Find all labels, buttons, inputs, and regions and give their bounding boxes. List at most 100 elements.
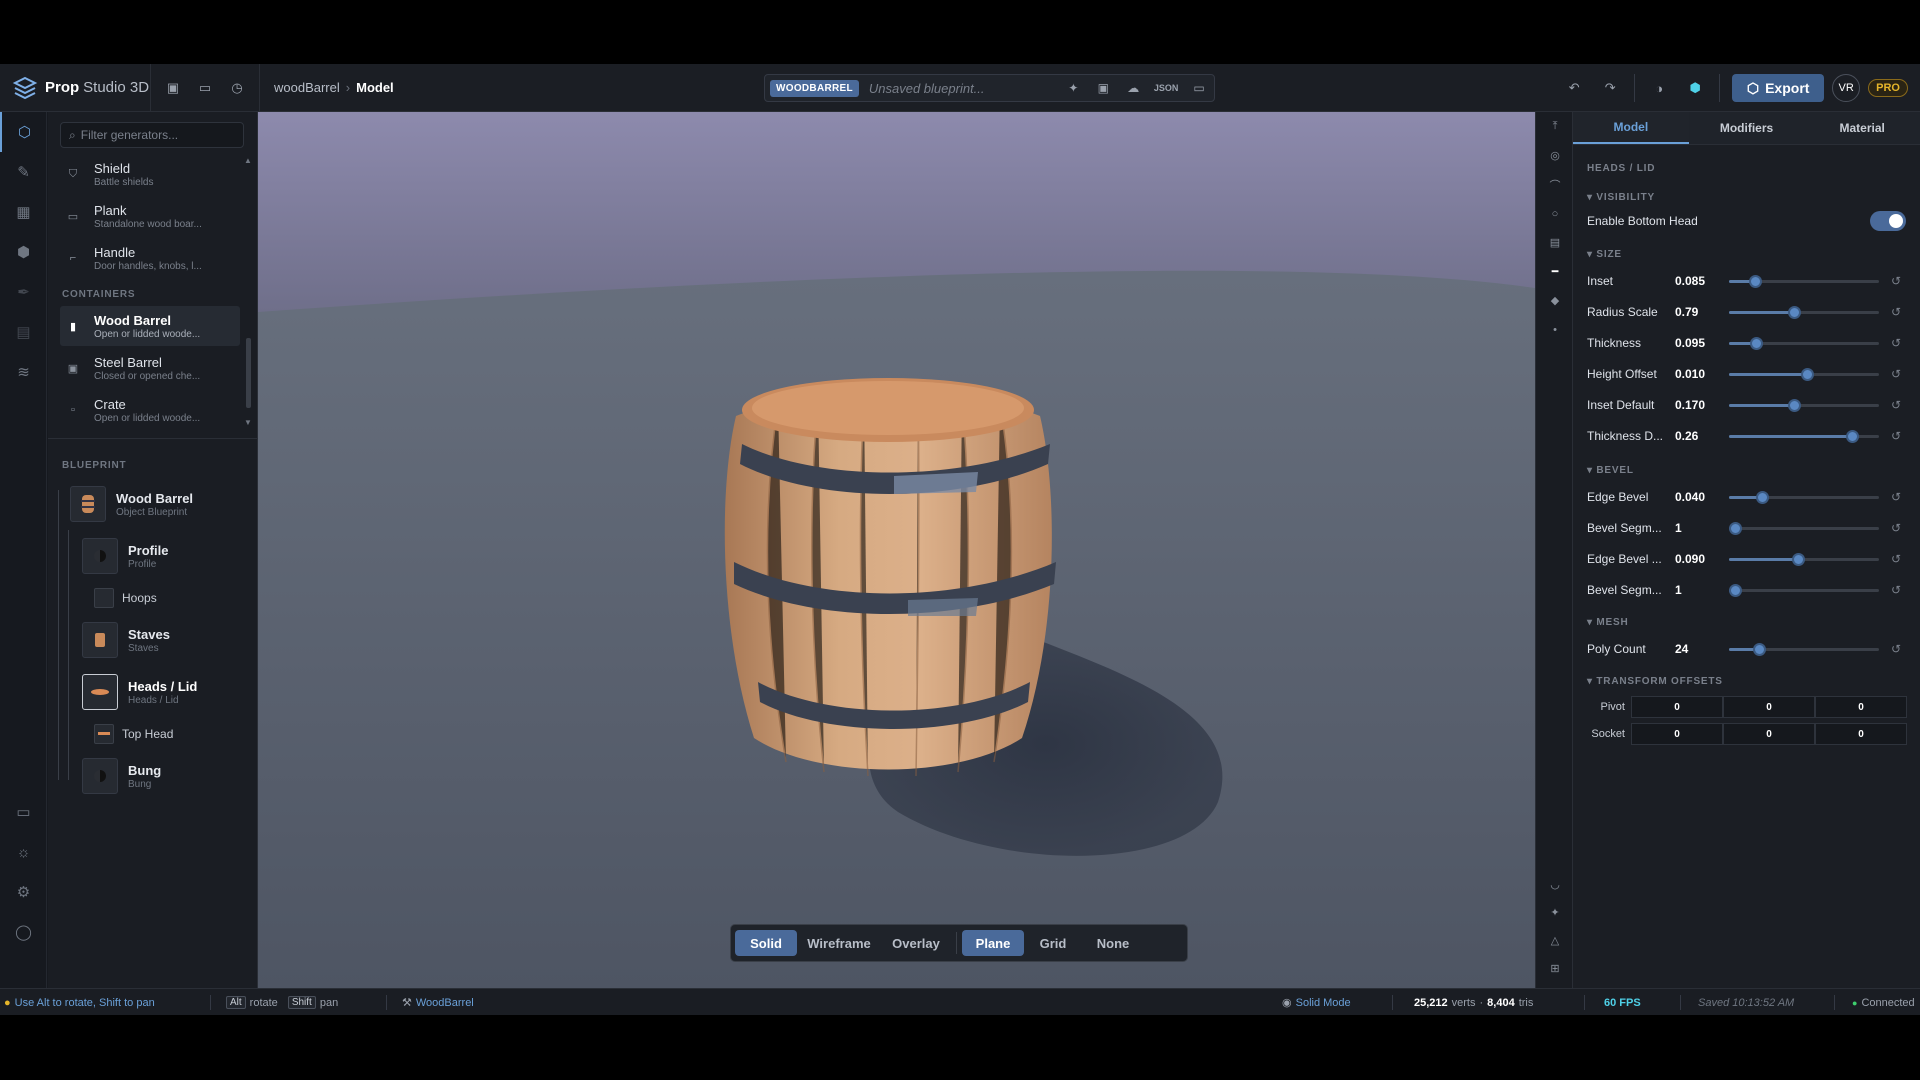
reset-icon[interactable]: ↺: [1891, 642, 1901, 656]
tab-material[interactable]: Material: [1804, 112, 1920, 144]
brush-icon[interactable]: ✎: [0, 152, 47, 192]
blueprint-node-top-head[interactable]: Top Head: [94, 724, 173, 744]
param-slider[interactable]: [1729, 336, 1879, 350]
blueprint-node-staves[interactable]: Staves Staves: [82, 622, 170, 658]
line-icon[interactable]: ━: [1536, 257, 1574, 286]
tab-modifiers[interactable]: Modifiers: [1688, 112, 1805, 144]
param-value[interactable]: 0.090: [1675, 552, 1729, 566]
breadcrumb-project[interactable]: woodBarrel: [274, 80, 340, 95]
grid-small-icon[interactable]: ▤: [1536, 228, 1574, 257]
blueprint-node-hoops[interactable]: Hoops: [94, 588, 157, 608]
pivot-y-input[interactable]: 0: [1723, 696, 1815, 718]
ground-mode-plane[interactable]: Plane: [962, 930, 1024, 956]
stack-icon[interactable]: ≋: [0, 352, 47, 392]
history-icon[interactable]: ◷: [225, 76, 249, 100]
star-icon[interactable]: ✦: [1536, 898, 1574, 927]
diamond-icon[interactable]: ◆: [1536, 286, 1574, 315]
param-value[interactable]: 0.010: [1675, 367, 1729, 381]
slider-handle[interactable]: [1729, 583, 1742, 597]
slider-handle[interactable]: [1750, 336, 1763, 350]
reset-icon[interactable]: ↺: [1891, 336, 1901, 350]
param-value[interactable]: 0.085: [1675, 274, 1729, 288]
param-slider[interactable]: [1729, 521, 1879, 535]
transform-offsets-heading[interactable]: ▾ TRANSFORM OFFSETS: [1587, 676, 1723, 687]
save-icon[interactable]: ▣: [161, 76, 185, 100]
slider-handle[interactable]: [1792, 552, 1805, 566]
export-button[interactable]: ⬡ Export: [1732, 74, 1825, 102]
visibility-heading[interactable]: ▾ VISIBILITY: [1587, 192, 1655, 203]
undo-icon[interactable]: ↶: [1562, 76, 1586, 100]
render-mode-status[interactable]: ◉ Solid Mode: [1282, 989, 1351, 1015]
generator-item-steel-barrel[interactable]: ▣ Steel Barrel Closed or opened che...: [60, 348, 232, 388]
scroll-down-icon[interactable]: ▼: [244, 418, 252, 427]
param-slider[interactable]: [1729, 642, 1879, 656]
save-blueprint-icon[interactable]: ▣: [1088, 81, 1118, 95]
render-mode-overlay[interactable]: Overlay: [881, 930, 951, 956]
folder-rail-icon[interactable]: ▭: [0, 792, 47, 832]
socket-z-input[interactable]: 0: [1815, 723, 1907, 745]
curve-icon[interactable]: ◡: [1536, 870, 1574, 899]
triangle-icon[interactable]: △: [1536, 926, 1574, 955]
generator-item-crate[interactable]: ▫ Crate Open or lidded woode...: [60, 390, 232, 430]
param-slider[interactable]: [1729, 429, 1879, 443]
blueprint-root-wood-barrel[interactable]: Wood Barrel Object Blueprint: [70, 486, 193, 522]
chat-icon[interactable]: ◯: [0, 912, 47, 952]
sparkle-icon[interactable]: ✦: [1058, 81, 1088, 95]
generator-item-handle[interactable]: ⌐ Handle Door handles, knobs, l...: [60, 238, 232, 278]
tab-model[interactable]: Model: [1573, 112, 1689, 144]
layout-icon[interactable]: ▦: [0, 192, 47, 232]
box-icon[interactable]: ⬢: [0, 232, 47, 272]
theme-icon[interactable]: ◑: [1647, 76, 1671, 100]
render-mode-wireframe[interactable]: Wireframe: [797, 930, 881, 956]
param-value[interactable]: 24: [1675, 642, 1729, 656]
document-icon[interactable]: ▤: [0, 312, 47, 352]
param-slider[interactable]: [1729, 305, 1879, 319]
param-slider[interactable]: [1729, 490, 1879, 504]
param-slider[interactable]: [1729, 274, 1879, 288]
generator-item-plank[interactable]: ▭ Plank Standalone wood boar...: [60, 196, 232, 236]
bevel-heading[interactable]: ▾ BEVEL: [1587, 465, 1634, 476]
target-icon[interactable]: ◎: [1536, 141, 1574, 170]
pro-badge[interactable]: PRO: [1868, 79, 1908, 97]
reset-icon[interactable]: ↺: [1891, 398, 1901, 412]
dot-icon[interactable]: •: [1536, 315, 1574, 344]
vr-avatar[interactable]: VR: [1832, 74, 1861, 102]
pivot-z-input[interactable]: 0: [1815, 696, 1907, 718]
size-heading[interactable]: ▾ SIZE: [1587, 249, 1622, 260]
slider-handle[interactable]: [1846, 429, 1859, 443]
circle-icon[interactable]: ○: [1536, 199, 1574, 228]
blueprint-node-profile[interactable]: Profile Profile: [82, 538, 168, 574]
socket-x-input[interactable]: 0: [1631, 723, 1723, 745]
param-slider[interactable]: [1729, 583, 1879, 597]
slider-handle[interactable]: [1787, 398, 1801, 412]
json-button[interactable]: JSON: [1148, 83, 1184, 93]
generator-scrollbar[interactable]: [246, 338, 251, 408]
socket-y-input[interactable]: 0: [1723, 723, 1815, 745]
render-mode-solid[interactable]: Solid: [735, 930, 797, 956]
param-slider[interactable]: [1729, 398, 1879, 412]
pin-icon[interactable]: ⤒: [1536, 112, 1574, 141]
viewport-scene[interactable]: [258, 112, 1535, 988]
reset-icon[interactable]: ↺: [1891, 429, 1901, 443]
generator-item-shield[interactable]: ⛉ Shield Battle shields: [60, 154, 232, 194]
gift-icon[interactable]: ⬢: [1683, 76, 1707, 100]
slider-handle[interactable]: [1756, 490, 1769, 504]
slider-handle[interactable]: [1753, 642, 1766, 656]
param-value[interactable]: 0.170: [1675, 398, 1729, 412]
settings-gear-icon[interactable]: ⚙: [0, 872, 47, 912]
slider-handle[interactable]: [1801, 367, 1814, 381]
reset-icon[interactable]: ↺: [1891, 490, 1901, 504]
slider-handle[interactable]: [1729, 521, 1742, 535]
sun-icon[interactable]: ☼: [0, 832, 47, 872]
arc-icon[interactable]: ⌒: [1536, 170, 1574, 199]
param-value[interactable]: 0.095: [1675, 336, 1729, 350]
redo-icon[interactable]: ↷: [1598, 76, 1622, 100]
reset-icon[interactable]: ↺: [1891, 521, 1901, 535]
param-value[interactable]: 1: [1675, 521, 1729, 535]
wood-barrel-model[interactable]: [724, 378, 1056, 777]
enable-bottom-head-toggle[interactable]: [1870, 211, 1906, 231]
generator-item-wood-barrel[interactable]: ▮ Wood Barrel Open or lidded woode...: [60, 306, 240, 346]
scroll-up-icon[interactable]: ▲: [244, 156, 252, 165]
app-logo[interactable]: Prop Studio 3D: [12, 64, 150, 112]
open-folder-icon[interactable]: ▭: [1184, 81, 1214, 95]
